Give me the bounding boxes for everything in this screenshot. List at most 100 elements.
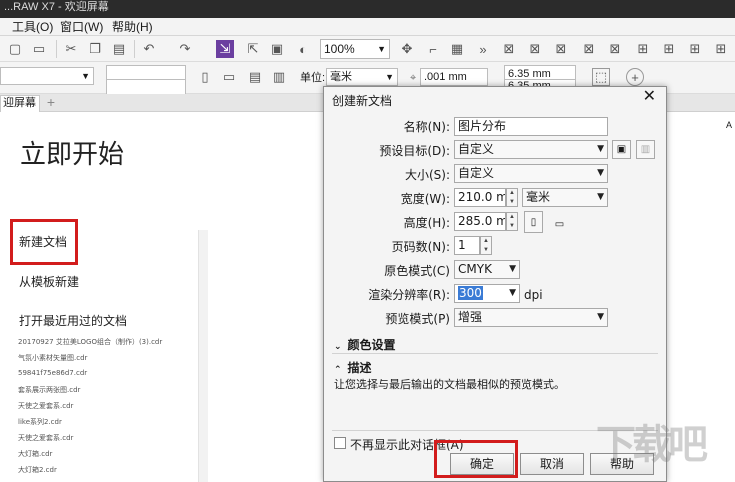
current-page-icon[interactable]: ▥	[270, 68, 288, 86]
separator	[134, 40, 135, 58]
snap-icon[interactable]: ⊠	[606, 40, 624, 58]
app-launcher-icon[interactable]: ◐	[294, 40, 312, 58]
page-size-select[interactable]: ▼	[0, 67, 94, 85]
menu-help[interactable]: 帮助(H)	[112, 20, 153, 34]
redo-icon[interactable]: ↷	[176, 40, 194, 58]
menu-window[interactable]: 窗口(W)	[60, 20, 103, 34]
unit-select[interactable]: 毫米 ▼	[522, 188, 608, 207]
align-icon[interactable]: ⊞	[634, 40, 652, 58]
delete-preset-icon[interactable]: ▥	[636, 140, 655, 159]
paste-icon[interactable]: ▤	[110, 40, 128, 58]
description-label: 描述	[347, 361, 372, 375]
zoom-value: 100%	[324, 42, 355, 56]
size-select[interactable]: 自定义 ▼	[454, 164, 608, 183]
zoom-select[interactable]: 100% ▼	[320, 39, 390, 59]
dialog-title: 创建新文档	[332, 94, 393, 108]
open-recent-link[interactable]: 打开最近用过的文档	[19, 312, 127, 329]
color-mode-select[interactable]: CMYK ▼	[454, 260, 520, 279]
new-from-template-link[interactable]: 从模板新建	[19, 273, 79, 290]
width-stepper[interactable]: ▲ ▼	[506, 188, 518, 207]
portrait-icon[interactable]: ▯	[196, 68, 214, 86]
name-input[interactable]: 图片分布	[454, 117, 608, 136]
highlight-box-new-document	[10, 219, 78, 265]
more-icon[interactable]: »	[474, 40, 492, 58]
description-section[interactable]: ⌃ 描述	[334, 359, 372, 376]
add-tab-button[interactable]: +	[44, 95, 58, 109]
open-icon[interactable]: ▭	[30, 40, 48, 58]
separator	[56, 40, 57, 58]
dont-show-checkbox[interactable]	[334, 437, 346, 449]
color-mode-label: 原色模式(C)	[384, 264, 450, 278]
pages-label: 页码数(N):	[391, 240, 450, 254]
recent-file-item[interactable]: 20170927 艾拉美LOGO组合（制作）(3).cdr	[18, 337, 162, 347]
title-bar: ...RAW X7 - 欢迎屏幕	[0, 0, 735, 18]
add-icon[interactable]: +	[626, 68, 644, 86]
preview-mode-label: 预览模式(P)	[385, 312, 450, 326]
grid-icon[interactable]: ▦	[448, 40, 466, 58]
landscape-orientation-icon[interactable]: ▭	[550, 215, 569, 234]
color-settings-section[interactable]: ⌄ 颜色设置	[334, 336, 396, 353]
unit-select[interactable]: 毫米 ▼	[326, 68, 398, 86]
close-icon[interactable]: ✕	[643, 89, 656, 105]
page-title: 立即开始	[20, 140, 125, 170]
export-icon[interactable]: ⇱	[244, 40, 262, 58]
height-input[interactable]: 285.0 mm	[454, 212, 506, 231]
recent-file-item[interactable]: like系列2.cdr	[18, 417, 62, 427]
new-icon[interactable]: ▢	[6, 40, 24, 58]
rulers-icon[interactable]: ⌐	[424, 40, 442, 58]
snap-icon[interactable]: ⊠	[580, 40, 598, 58]
unit-value: 毫米	[330, 71, 352, 83]
align-icon[interactable]: ⊞	[660, 40, 678, 58]
cut-icon[interactable]: ✂	[62, 40, 80, 58]
pages-stepper[interactable]: ▲ ▼	[480, 236, 492, 255]
cancel-button[interactable]: 取消	[520, 453, 584, 475]
save-preset-icon[interactable]: ▣	[612, 140, 631, 159]
recent-list-scrollbar[interactable]	[198, 230, 208, 482]
snap-icon[interactable]: ⊠	[552, 40, 570, 58]
all-pages-icon[interactable]: ▤	[246, 68, 264, 86]
preview-mode-select[interactable]: 增强 ▼	[454, 308, 608, 327]
recent-file-item[interactable]: 59841f75e86d7.cdr	[18, 369, 87, 377]
chevron-down-icon: ▼	[385, 72, 394, 82]
width-input[interactable]: 210.0 mm	[454, 188, 506, 207]
publish-icon[interactable]: ▣	[268, 40, 286, 58]
menu-tools[interactable]: 工具(O)	[12, 20, 53, 34]
treat-as-filled-icon[interactable]: ⬚	[592, 68, 610, 86]
recent-file-item[interactable]: 大灯箱2.cdr	[18, 465, 57, 475]
snap-icon[interactable]: ⊠	[500, 40, 518, 58]
preset-value: 自定义	[458, 142, 495, 156]
app-window: ...RAW X7 - 欢迎屏幕 工具(O) 窗口(W) 帮助(H) ▢ ▭ ✂…	[0, 0, 735, 482]
unit-label: 单位:	[300, 72, 326, 84]
align-icon[interactable]: ⊞	[686, 40, 704, 58]
tab-welcome-screen[interactable]: 迎屏幕	[0, 95, 40, 112]
resolution-input[interactable]: 300 ▼	[454, 284, 520, 303]
unit-value: 毫米	[526, 190, 551, 204]
portrait-orientation-icon[interactable]: ▯	[524, 211, 543, 233]
pages-input[interactable]: 1	[454, 236, 480, 255]
recent-file-item[interactable]: 天使之爱套系.cdr	[18, 401, 73, 411]
preset-select[interactable]: 自定义 ▼	[454, 140, 608, 159]
chevron-down-icon: ▼	[81, 71, 90, 81]
preview-mode-value: 增强	[458, 310, 483, 324]
chevron-down-icon: ▼	[597, 312, 604, 322]
align-icon[interactable]: ⊞	[712, 40, 730, 58]
landscape-icon[interactable]: ▭	[220, 68, 238, 86]
recent-file-item[interactable]: 大灯箱.cdr	[18, 449, 52, 459]
import-icon[interactable]: ⇲	[216, 40, 234, 58]
size-value: 自定义	[458, 166, 495, 180]
chevron-down-icon: ▼	[509, 264, 516, 274]
copy-icon[interactable]: ❐	[86, 40, 104, 58]
nudge-input[interactable]: .001 mm	[420, 68, 488, 86]
recent-file-item[interactable]: 套系展示两张图.cdr	[18, 385, 80, 395]
full-screen-icon[interactable]: ✥	[398, 40, 416, 58]
recent-file-item[interactable]: 天使之爱套系.cdr	[18, 433, 73, 443]
recent-file-item[interactable]: 气氛小素材矢量图.cdr	[18, 353, 87, 363]
undo-icon[interactable]: ↶	[140, 40, 158, 58]
chevron-down-icon: ▼	[377, 44, 386, 54]
height-stepper[interactable]: ▲ ▼	[506, 212, 518, 231]
tab-welcome-label: 迎屏幕	[3, 97, 36, 109]
standard-toolbar: ▢ ▭ ✂ ❐ ▤ ↶ ↷ ⇲ ⇱ ▣ ◐ 100% ▼ ✥ ⌐ ▦ » ⊠ ⊠…	[0, 36, 735, 62]
snap-icon[interactable]: ⊠	[526, 40, 544, 58]
panel-hint: A	[726, 120, 733, 130]
chevron-down-icon: ▼	[509, 288, 516, 298]
